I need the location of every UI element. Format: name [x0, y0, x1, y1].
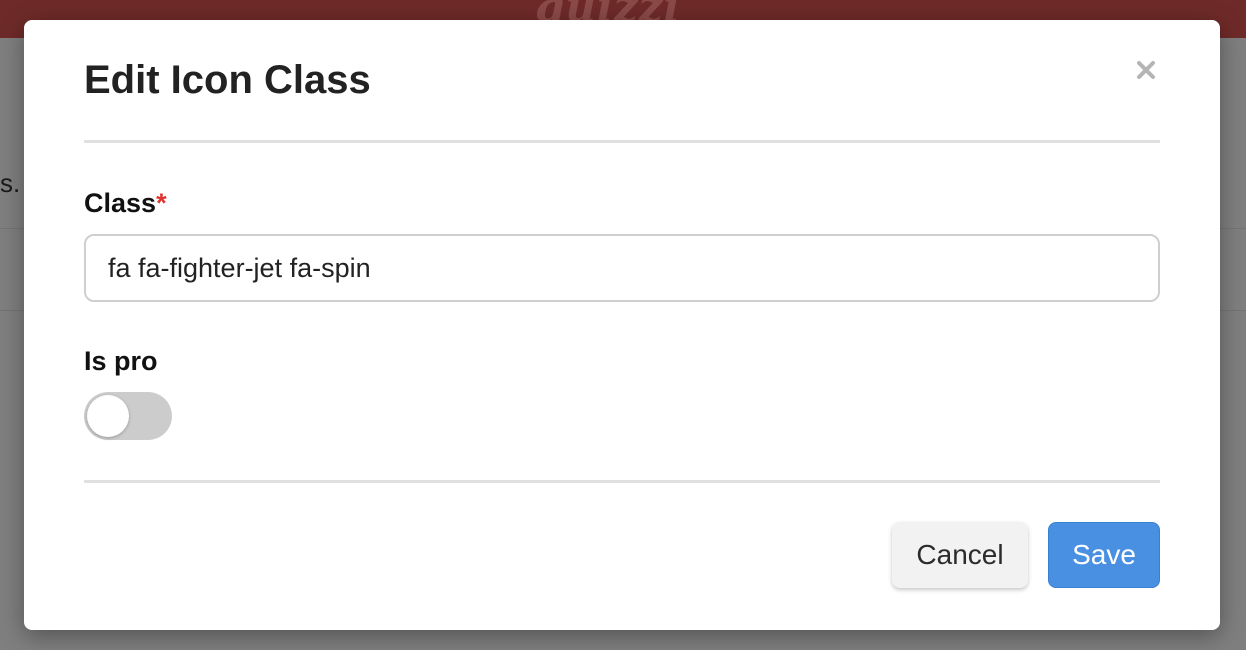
close-button[interactable] [1128, 52, 1164, 88]
edit-icon-class-modal: Edit Icon Class Class* Is pro Cancel Sav… [24, 20, 1220, 630]
close-icon [1137, 61, 1155, 79]
background-text: s. [0, 168, 21, 198]
class-field-label: Class* [84, 188, 167, 219]
required-asterisk: * [156, 188, 167, 218]
cancel-button[interactable]: Cancel [892, 522, 1028, 588]
footer-divider [84, 480, 1160, 483]
modal-title: Edit Icon Class [84, 58, 371, 102]
is-pro-toggle[interactable] [84, 392, 172, 440]
save-button[interactable]: Save [1048, 522, 1160, 588]
toggle-knob [87, 395, 129, 437]
class-input[interactable] [84, 234, 1160, 302]
class-label-text: Class [84, 188, 157, 218]
is-pro-label: Is pro [84, 346, 158, 376]
header-divider [84, 140, 1160, 143]
